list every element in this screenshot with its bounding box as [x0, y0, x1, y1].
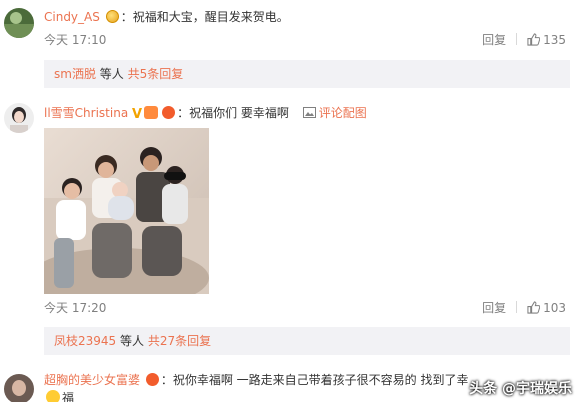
- like-count: 103: [543, 301, 566, 315]
- reply-button[interactable]: 回复: [482, 33, 506, 47]
- like-button[interactable]: 135: [527, 33, 566, 47]
- comment-header: 超胸的美少女富婆 ：祝你幸福啊 一路走来自己带着孩子很不容易的 找到了幸: [44, 372, 468, 388]
- gold-medal-icon: [105, 10, 119, 23]
- level-badge-icon: [144, 106, 159, 119]
- comment-text: ：祝你幸福啊 一路走来自己带着孩子很不容易的 找到了幸: [160, 373, 469, 387]
- reply-button[interactable]: 回复: [482, 301, 506, 315]
- fan-badge-icon: [145, 373, 159, 386]
- emoji-icon: [46, 390, 60, 402]
- sub-reply-text: 等人: [116, 334, 148, 348]
- watermark: 头条 @宇瑞娱乐: [469, 381, 572, 397]
- sub-reply-count[interactable]: 共27条回复: [148, 334, 211, 348]
- comment-picture-label: 评论配图: [318, 106, 367, 120]
- timestamp: 今天 17:10: [44, 33, 107, 47]
- divider: [516, 33, 518, 45]
- comment-text-tail: 福: [62, 391, 75, 402]
- sub-replies[interactable]: sm洒脱 等人 共5条回复: [44, 60, 570, 88]
- like-count: 135: [543, 33, 566, 47]
- avatar[interactable]: [4, 8, 34, 38]
- comment-1: Cindy_AS ：祝福和大宝，醒目发来贺电。 今天 17:10 回复 135 s…: [0, 0, 576, 95]
- sub-reply-count[interactable]: 共5条回复: [128, 67, 184, 81]
- sub-reply-user[interactable]: sm洒脱: [54, 67, 96, 81]
- comment-header: ll雪雪Christina V ：祝福你们 要幸福啊 评论配图: [44, 105, 367, 123]
- username-link[interactable]: 超胸的美少女富婆: [44, 373, 140, 387]
- avatar[interactable]: [4, 374, 34, 402]
- like-button[interactable]: 103: [527, 301, 566, 315]
- divider: [516, 301, 518, 313]
- comment-actions: 回复 135: [482, 32, 566, 48]
- comment-picture-link[interactable]: 评论配图: [302, 106, 367, 120]
- username-link[interactable]: ll雪雪Christina: [44, 106, 128, 120]
- avatar[interactable]: [4, 103, 34, 133]
- comment-text: ：祝福你们 要幸福啊: [177, 106, 289, 120]
- thumb-up-icon: [527, 301, 541, 314]
- username-link[interactable]: Cindy_AS: [44, 10, 100, 24]
- fan-badge-icon: [162, 106, 176, 119]
- sub-reply-user[interactable]: 凤枝23945: [54, 334, 116, 348]
- comment-text: ：祝福和大宝，醒目发来贺电。: [120, 10, 289, 24]
- comment-actions: 回复 103: [482, 300, 566, 316]
- picture-icon: [302, 107, 316, 118]
- comment-header: Cindy_AS ：祝福和大宝，醒目发来贺电。: [44, 9, 289, 25]
- timestamp: 今天 17:20: [44, 301, 107, 315]
- thumb-up-icon: [527, 33, 541, 46]
- comment-text-continued: 福: [44, 390, 74, 402]
- comment-photo[interactable]: [44, 128, 209, 294]
- sub-replies[interactable]: 凤枝23945 等人 共27条回复: [44, 327, 570, 355]
- vip-v-icon: V: [132, 107, 143, 122]
- sub-reply-text: 等人: [95, 67, 128, 81]
